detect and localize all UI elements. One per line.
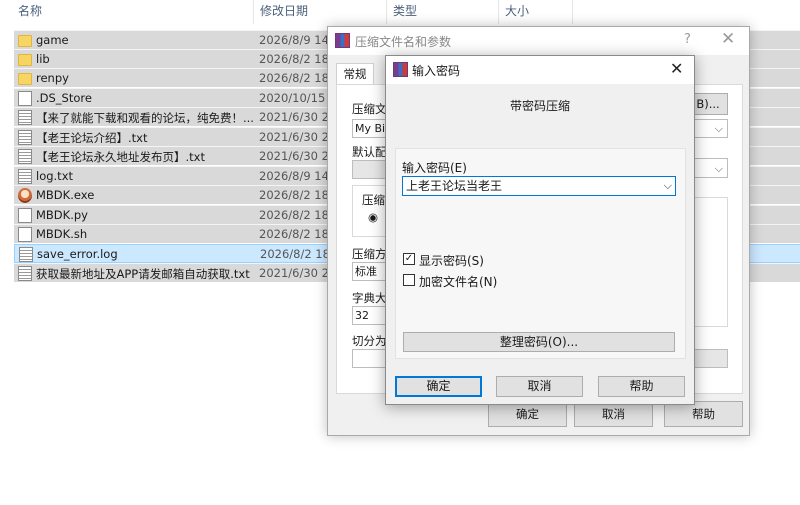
archive-dialog-titlebar[interactable]: 压缩文件名和参数 ? ✕ <box>328 27 749 55</box>
winrar-icon <box>393 62 408 77</box>
file-name: 【老王论坛永久地址发布页】.txt <box>36 150 205 164</box>
file-date: 2021/6/30 22 <box>259 130 337 144</box>
file-name: lib <box>36 52 50 66</box>
ok-button[interactable]: 确定 <box>395 376 482 397</box>
winrar-icon <box>335 33 350 48</box>
encrypt-filenames-label[interactable]: 加密文件名(N) <box>419 273 497 290</box>
column-header-modified[interactable]: 修改日期 <box>260 0 308 24</box>
folder-icon <box>18 54 32 66</box>
help-button[interactable]: 帮助 <box>598 376 685 397</box>
column-header-size[interactable]: 大小 <box>505 0 529 24</box>
password-dialog-title: 输入密码 <box>412 64 461 78</box>
column-divider[interactable] <box>572 0 573 24</box>
password-label: 输入密码(E) <box>402 161 467 175</box>
encrypt-filenames-checkbox[interactable] <box>403 274 415 286</box>
column-divider[interactable] <box>498 0 499 24</box>
sort-ascending-icon: ^ <box>128 0 136 6</box>
file-date: 2026/8/2 18: <box>259 227 333 241</box>
file-date: 2026/8/9 14: <box>259 33 333 47</box>
file-name: MBDK.sh <box>36 227 88 241</box>
enter-password-dialog: 输入密码 ✕ 带密码压缩 输入密码(E) 上老王论坛当老王 ⌵ ✓ 显示密码(S… <box>385 55 695 405</box>
file-name: log.txt <box>36 169 74 183</box>
file-icon <box>18 208 32 223</box>
text-file-icon <box>18 149 32 164</box>
password-value: 上老王论坛当老王 <box>406 179 503 193</box>
file-icon <box>18 227 32 242</box>
dictionary-size-label: 字典大 <box>352 291 387 305</box>
column-header-type[interactable]: 类型 <box>393 0 417 24</box>
file-name: 【老王论坛介绍】.txt <box>36 131 148 145</box>
close-icon[interactable]: ✕ <box>721 29 735 49</box>
file-date: 2021/6/30 22 <box>259 149 337 163</box>
compression-method-label: 压缩方 <box>352 247 387 261</box>
cancel-button[interactable]: 取消 <box>496 376 583 397</box>
file-date: 2026/8/2 18: <box>260 247 334 261</box>
dialog-heading: 带密码压缩 <box>509 99 570 113</box>
archive-dialog-title: 压缩文件名和参数 <box>355 35 452 49</box>
column-header-name[interactable]: 名称 <box>18 0 42 24</box>
password-dialog-titlebar[interactable]: 输入密码 ✕ <box>386 56 694 84</box>
folder-icon <box>18 73 32 85</box>
close-icon[interactable]: ✕ <box>670 59 683 78</box>
file-date: 2026/8/9 14: <box>259 169 333 183</box>
text-file-icon <box>19 247 33 262</box>
file-date: 2021/6/30 22 <box>259 266 337 280</box>
archive-format-label: 压缩 <box>362 193 385 207</box>
text-file-icon <box>18 169 32 184</box>
file-date: 2026/8/2 18: <box>259 52 333 66</box>
file-name: MBDK.py <box>36 208 88 222</box>
file-date: 2026/8/2 18: <box>259 71 333 85</box>
chevron-down-icon: ⌵ <box>714 122 723 135</box>
show-password-checkbox[interactable]: ✓ <box>403 253 415 265</box>
column-divider[interactable] <box>253 0 254 24</box>
file-name: 【来了就能下载和观看的论坛，纯免费！... <box>36 111 254 125</box>
profile-label: 默认配 <box>352 145 387 159</box>
text-file-icon <box>18 266 32 281</box>
file-name: MBDK.exe <box>36 188 95 202</box>
show-password-label[interactable]: 显示密码(S) <box>419 252 484 269</box>
chevron-down-icon[interactable]: ⌵ <box>664 177 672 195</box>
file-date: 2020/10/15 2 <box>259 91 337 105</box>
organize-passwords-button[interactable]: 整理密码(O)... <box>403 332 675 352</box>
file-name: save_error.log <box>37 247 118 261</box>
exe-icon <box>18 188 32 203</box>
password-input[interactable]: 上老王论坛当老王 ⌵ <box>402 176 676 196</box>
column-divider[interactable] <box>386 0 387 24</box>
file-name: renpy <box>36 71 69 85</box>
folder-icon <box>18 35 32 47</box>
file-date: 2026/8/2 18: <box>259 188 333 202</box>
file-date: 2026/8/2 18: <box>259 208 333 222</box>
text-file-icon <box>18 110 32 125</box>
format-radio[interactable]: ◉ <box>368 210 378 224</box>
file-name: .DS_Store <box>36 91 92 105</box>
split-volumes-label: 切分为 <box>352 334 387 348</box>
text-file-icon <box>18 130 32 145</box>
help-icon[interactable]: ? <box>684 32 691 47</box>
file-name: game <box>36 33 69 47</box>
archive-name-label: 压缩文 <box>352 102 387 116</box>
file-date: 2021/6/30 22 <box>259 110 337 124</box>
file-icon <box>18 91 32 106</box>
screen: 名称 ^ 修改日期 类型 大小 game 2026/8/9 14: lib 20… <box>0 0 800 505</box>
tab-general[interactable]: 常规 <box>336 63 374 85</box>
chevron-down-icon: ⌵ <box>714 162 723 175</box>
